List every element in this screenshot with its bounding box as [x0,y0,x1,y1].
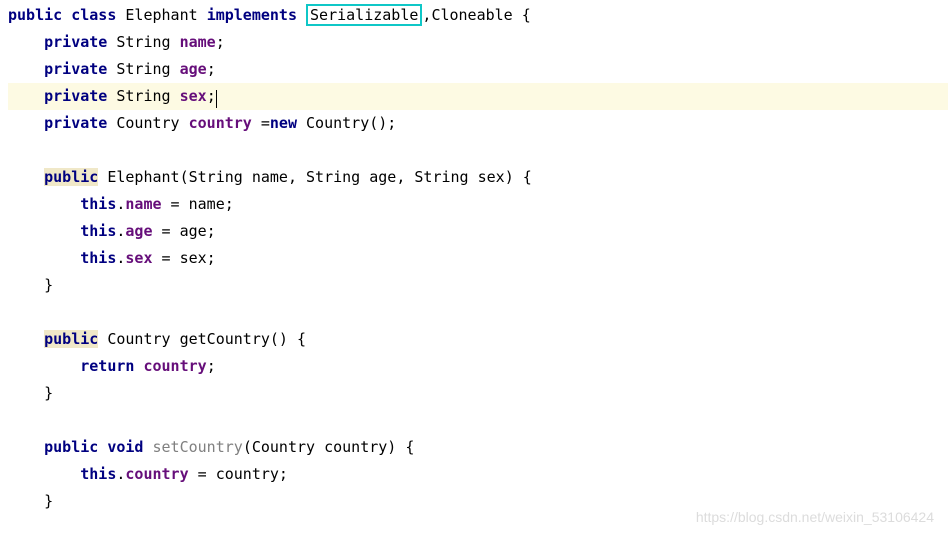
interface-serializable: Serializable [306,4,422,26]
type-string: String [116,87,170,105]
keyword-return: return [80,357,134,375]
brace-close: } [44,492,53,510]
semicolon: ; [207,87,216,105]
code-line[interactable]: this.country = country; [8,461,948,488]
code-line[interactable]: private String age; [8,56,948,83]
code-line-blank[interactable] [8,137,948,164]
keyword-class: class [71,6,116,24]
code-line[interactable]: this.name = name; [8,191,948,218]
brace-close: } [44,276,53,294]
assignment: = name; [162,195,234,213]
method-setcountry: setCountry [153,438,243,456]
field-sex: sex [125,249,152,267]
keyword-public: public [8,6,62,24]
method-sig: Country getCountry() { [98,330,306,348]
equals: = [252,114,270,132]
assignment: = age; [153,222,216,240]
keyword-this: this [80,465,116,483]
field-country: country [189,114,252,132]
constructor-sig: Elephant(String name, String age, String… [98,168,531,186]
watermark: https://blog.csdn.net/weixin_53106424 [696,504,934,531]
code-line[interactable]: private Country country =new Country(); [8,110,948,137]
assignment: = country; [189,465,288,483]
field-sex: sex [180,87,207,105]
code-line[interactable]: this.sex = sex; [8,245,948,272]
keyword-this: this [80,195,116,213]
code-line[interactable]: } [8,272,948,299]
field-age: age [125,222,152,240]
assignment: = sex; [153,249,216,267]
type-country: Country [116,114,179,132]
type-string: String [116,60,170,78]
constructor-call: Country(); [297,114,396,132]
field-name: name [125,195,161,213]
code-line-blank[interactable] [8,407,948,434]
class-name: Elephant [125,6,197,24]
code-line-blank[interactable] [8,299,948,326]
brace-close: } [44,384,53,402]
field-age: age [180,60,207,78]
keyword-void: void [107,438,143,456]
code-line[interactable]: public class Elephant implements Seriali… [8,2,948,29]
code-line[interactable]: public void setCountry(Country country) … [8,434,948,461]
keyword-this: this [80,249,116,267]
code-line[interactable]: } [8,380,948,407]
interface-cloneable: Cloneable [431,6,512,24]
field-name: name [180,33,216,51]
keyword-private: private [44,114,107,132]
field-country: country [125,465,188,483]
keyword-public: public [44,438,98,456]
code-line[interactable]: private String name; [8,29,948,56]
field-country: country [143,357,206,375]
code-editor[interactable]: public class Elephant implements Seriali… [0,0,948,515]
semicolon: ; [216,33,225,51]
code-line[interactable]: public Elephant(String name, String age,… [8,164,948,191]
type-string: String [116,33,170,51]
code-line[interactable]: return country; [8,353,948,380]
keyword-private: private [44,60,107,78]
keyword-private: private [44,33,107,51]
code-line[interactable]: this.age = age; [8,218,948,245]
keyword-public: public [44,330,98,348]
semicolon: ; [207,60,216,78]
method-params: (Country country) { [243,438,415,456]
keyword-new: new [270,114,297,132]
keyword-private: private [44,87,107,105]
keyword-implements: implements [207,6,297,24]
keyword-public: public [44,168,98,186]
code-line[interactable]: public Country getCountry() { [8,326,948,353]
code-line-highlighted[interactable]: private String sex; [8,83,948,110]
semicolon: ; [207,357,216,375]
brace-open: { [513,6,531,24]
keyword-this: this [80,222,116,240]
